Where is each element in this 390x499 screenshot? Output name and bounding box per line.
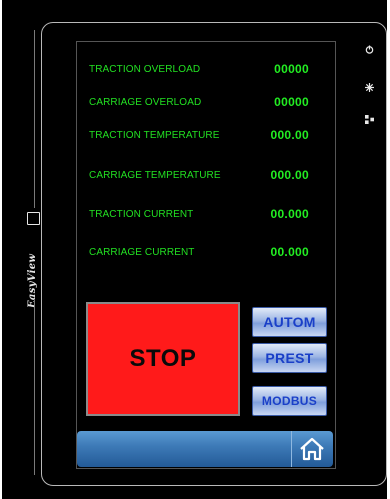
reading-row: CARRIAGE OVERLOAD 00000 bbox=[89, 95, 329, 111]
home-icon bbox=[300, 437, 324, 461]
network-icon bbox=[365, 115, 374, 127]
modbus-button[interactable]: MODBUS bbox=[252, 386, 327, 416]
reading-value[interactable]: 00.000 bbox=[270, 207, 309, 221]
brand-name: EasyView bbox=[27, 253, 38, 308]
reading-row: TRACTION OVERLOAD 00000 bbox=[89, 62, 329, 78]
reading-label: CARRIAGE CURRENT bbox=[89, 247, 195, 258]
reading-value[interactable]: 00000 bbox=[274, 95, 309, 109]
display-bezel: TRACTION OVERLOAD 00000 CARRIAGE OVERLOA… bbox=[41, 22, 387, 486]
stop-button[interactable]: STOP bbox=[86, 302, 240, 416]
bezel-divider-top bbox=[34, 30, 35, 208]
reading-row: TRACTION CURRENT 00.000 bbox=[89, 207, 329, 223]
reading-value[interactable]: 000.00 bbox=[270, 168, 309, 182]
reading-value[interactable]: 00.000 bbox=[270, 245, 309, 259]
autom-button[interactable]: AUTOM bbox=[252, 307, 327, 337]
home-button[interactable] bbox=[291, 431, 332, 467]
reading-label: TRACTION OVERLOAD bbox=[89, 64, 201, 75]
reading-label: CARRIAGE OVERLOAD bbox=[89, 97, 202, 108]
power-icon bbox=[365, 45, 374, 57]
reading-label: CARRIAGE TEMPERATURE bbox=[89, 170, 221, 181]
hmi-screen: TRACTION OVERLOAD 00000 CARRIAGE OVERLOA… bbox=[76, 41, 336, 469]
prest-button[interactable]: PREST bbox=[252, 343, 327, 373]
reading-row: CARRIAGE TEMPERATURE 000.00 bbox=[89, 168, 329, 184]
reading-value[interactable]: 00000 bbox=[274, 62, 309, 76]
hmi-device: EasyView TRACTION OVERLOAD 00000 CARRIAG… bbox=[3, 0, 387, 499]
reading-row: CARRIAGE CURRENT 00.000 bbox=[89, 245, 329, 261]
reading-label: TRACTION TEMPERATURE bbox=[89, 130, 220, 141]
reading-label: TRACTION CURRENT bbox=[89, 209, 194, 220]
brightness-icon bbox=[365, 83, 374, 95]
easyview-logo-icon bbox=[27, 212, 40, 225]
bezel-divider-bottom bbox=[34, 300, 35, 475]
reading-row: TRACTION TEMPERATURE 000.00 bbox=[89, 128, 329, 144]
reading-value[interactable]: 000.00 bbox=[270, 128, 309, 142]
